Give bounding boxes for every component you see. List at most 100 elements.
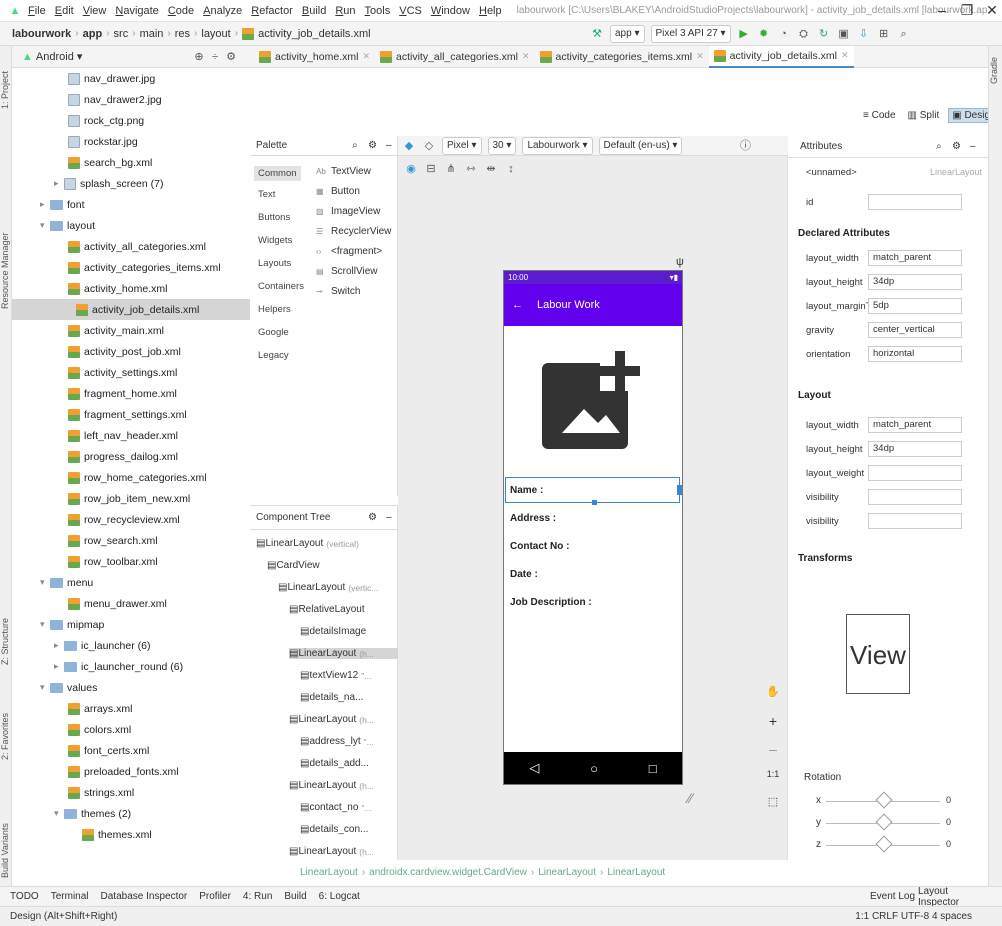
close-tab-icon[interactable]: ✕ — [362, 51, 370, 62]
breadcrumb-item[interactable]: layout — [201, 28, 230, 40]
project-tree-item[interactable]: activity_settings.xml — [68, 362, 177, 383]
gradle-tab[interactable]: Gradle — [989, 50, 1001, 90]
design-breadcrumb-item[interactable]: LinearLayout — [607, 867, 665, 878]
close-icon[interactable]: ✕ — [980, 2, 1002, 19]
chevron-down-icon[interactable]: ▾ — [40, 682, 50, 693]
side-tab-build-variants[interactable]: Build Variants — [0, 811, 12, 891]
tool-window-todo[interactable]: TODO — [10, 891, 39, 902]
project-tree-item[interactable]: fragment_settings.xml — [68, 404, 187, 425]
sync-icon[interactable]: ↻ — [817, 27, 831, 41]
settings-icon[interactable]: ⚙ — [224, 50, 238, 64]
menu-code[interactable]: Code — [168, 5, 194, 17]
orientation-icon[interactable]: ◇ — [422, 139, 436, 153]
component-tree-item[interactable]: ▤ CardView — [267, 560, 323, 571]
palette-item[interactable]: ‹› <fragment> — [316, 246, 382, 257]
align-icon[interactable]: ⇹ — [484, 162, 498, 176]
info-icon[interactable]: ⓘ — [738, 139, 752, 153]
zoom-fit-icon[interactable]: ⬚ — [764, 795, 782, 817]
palette-item[interactable]: ▨ ImageView — [316, 206, 380, 217]
component-tree-item[interactable]: ▤ contact_no "... — [300, 802, 372, 813]
magnet-icon[interactable]: ⋔ — [444, 162, 458, 176]
palette-item[interactable]: Ab TextView — [316, 166, 371, 177]
attr-value[interactable] — [868, 465, 962, 481]
project-tree-item[interactable]: left_nav_header.xml — [68, 425, 178, 446]
project-tree-item[interactable]: row_recycleview.xml — [68, 509, 180, 530]
attr-value[interactable]: match_parent — [868, 417, 962, 433]
layout-inspector-icon[interactable]: ⊞ — [877, 27, 891, 41]
project-tree-item[interactable]: strings.xml — [68, 782, 134, 803]
component-tree-item[interactable]: ▤ LinearLayout (h... — [289, 714, 374, 725]
palette-category[interactable]: Layouts — [258, 258, 291, 269]
locate-icon[interactable]: ⊕ — [192, 50, 206, 64]
palette-category[interactable]: Common — [254, 166, 301, 181]
palette-category[interactable]: Google — [258, 327, 289, 338]
menu-file[interactable]: File — [28, 5, 46, 17]
breadcrumb-item[interactable]: app — [83, 28, 103, 40]
chevron-down-icon[interactable]: ▾ — [40, 619, 50, 630]
side-tab-resource-manager[interactable]: Resource Manager — [0, 226, 12, 316]
run-icon[interactable]: ▶ — [737, 27, 751, 41]
attr-value[interactable]: 34dp — [868, 441, 962, 457]
view-mode-split[interactable]: ▥ Split — [905, 109, 943, 122]
side-tab-structure[interactable]: Z: Structure — [0, 606, 12, 676]
resize-handle[interactable] — [592, 500, 597, 505]
project-tree-item[interactable]: ▾ mipmap — [40, 614, 104, 635]
component-tree-item[interactable]: ▤ details_na... — [300, 692, 366, 703]
project-tree-item[interactable]: ▸ splash_screen (7) — [54, 173, 163, 194]
tool-window-build[interactable]: Build — [284, 891, 306, 902]
chevron-down-icon[interactable]: ▾ — [54, 808, 64, 819]
profile-icon[interactable]: ◔ — [777, 27, 791, 41]
side-tab-project[interactable]: 1: Project — [0, 60, 12, 120]
id-input[interactable] — [868, 194, 962, 210]
margin-icon[interactable]: ⇿ — [464, 162, 478, 176]
theme-select[interactable]: Labourwork ▾ — [522, 136, 593, 155]
attr-value[interactable]: 5dp — [868, 298, 962, 314]
project-tree-item[interactable]: ▾ menu — [40, 572, 93, 593]
pin-icon[interactable]: ψ — [676, 256, 684, 268]
project-tree-item[interactable]: activity_categories_items.xml — [68, 257, 221, 278]
project-tree-item[interactable]: preloaded_fonts.xml — [68, 761, 179, 782]
menu-tools[interactable]: Tools — [365, 5, 391, 17]
run-config-select[interactable]: app ▾ — [610, 24, 645, 43]
menu-help[interactable]: Help — [479, 5, 502, 17]
palette-item[interactable]: ▤ ScrollView — [316, 266, 378, 277]
project-tree-item[interactable]: row_job_item_new.xml — [68, 488, 190, 509]
minimize-icon[interactable]: – — [930, 2, 954, 18]
project-tree-item[interactable]: row_home_categories.xml — [68, 467, 207, 488]
design-breadcrumb-item[interactable]: LinearLayout — [538, 867, 596, 878]
project-tree-item[interactable]: progress_dailog.xml — [68, 446, 178, 467]
project-tree-item[interactable]: nav_drawer.jpg — [68, 68, 155, 89]
project-tree-item[interactable]: ▾ themes (2) — [54, 803, 131, 824]
project-tree-item[interactable]: activity_main.xml — [68, 320, 164, 341]
search-icon[interactable]: ⌕ — [897, 27, 911, 41]
zoom-out-icon[interactable]: – — [764, 741, 782, 763]
project-tree-item[interactable]: arrays.xml — [68, 698, 132, 719]
chevron-right-icon[interactable]: ▸ — [40, 199, 50, 210]
project-tree-item[interactable]: ▾ layout — [40, 215, 95, 236]
project-tree-item[interactable]: activity_home.xml — [68, 278, 167, 299]
attr-value[interactable]: match_parent — [868, 250, 962, 266]
settings-icon[interactable]: ⚙ — [368, 140, 377, 151]
palette-category[interactable]: Containers — [258, 281, 304, 292]
project-tree-item[interactable]: fragment_home.xml — [68, 383, 177, 404]
zoom-1to1-icon[interactable]: 1:1 — [764, 769, 782, 791]
maximize-icon[interactable]: ❐ — [955, 2, 979, 19]
tool-window-6-logcat[interactable]: 6: Logcat — [319, 891, 360, 902]
menu-build[interactable]: Build — [302, 5, 326, 17]
breadcrumb-item[interactable]: main — [140, 28, 164, 40]
attr-value[interactable] — [868, 513, 962, 529]
tool-window-event-log[interactable]: Event Log — [870, 891, 915, 902]
settings-icon[interactable]: ⚙ — [368, 512, 377, 523]
sdk-icon[interactable]: ⇩ — [857, 27, 871, 41]
project-tree-item[interactable]: row_search.xml — [68, 530, 158, 551]
project-tree-item[interactable]: activity_job_details.xml — [12, 299, 250, 320]
menu-window[interactable]: Window — [431, 5, 470, 17]
tool-window-database-inspector[interactable]: Database Inspector — [101, 891, 188, 902]
project-tree-item[interactable]: activity_all_categories.xml — [68, 236, 206, 257]
resize-corner-icon[interactable]: ⁄⁄ — [688, 790, 693, 806]
project-tree-item[interactable]: nav_drawer2.jpg — [68, 89, 162, 110]
menu-navigate[interactable]: Navigate — [115, 5, 158, 17]
menu-edit[interactable]: Edit — [55, 5, 74, 17]
palette-item[interactable]: ☰ RecyclerView — [316, 226, 391, 237]
editor-tab[interactable]: activity_home.xml ✕ — [254, 46, 375, 68]
